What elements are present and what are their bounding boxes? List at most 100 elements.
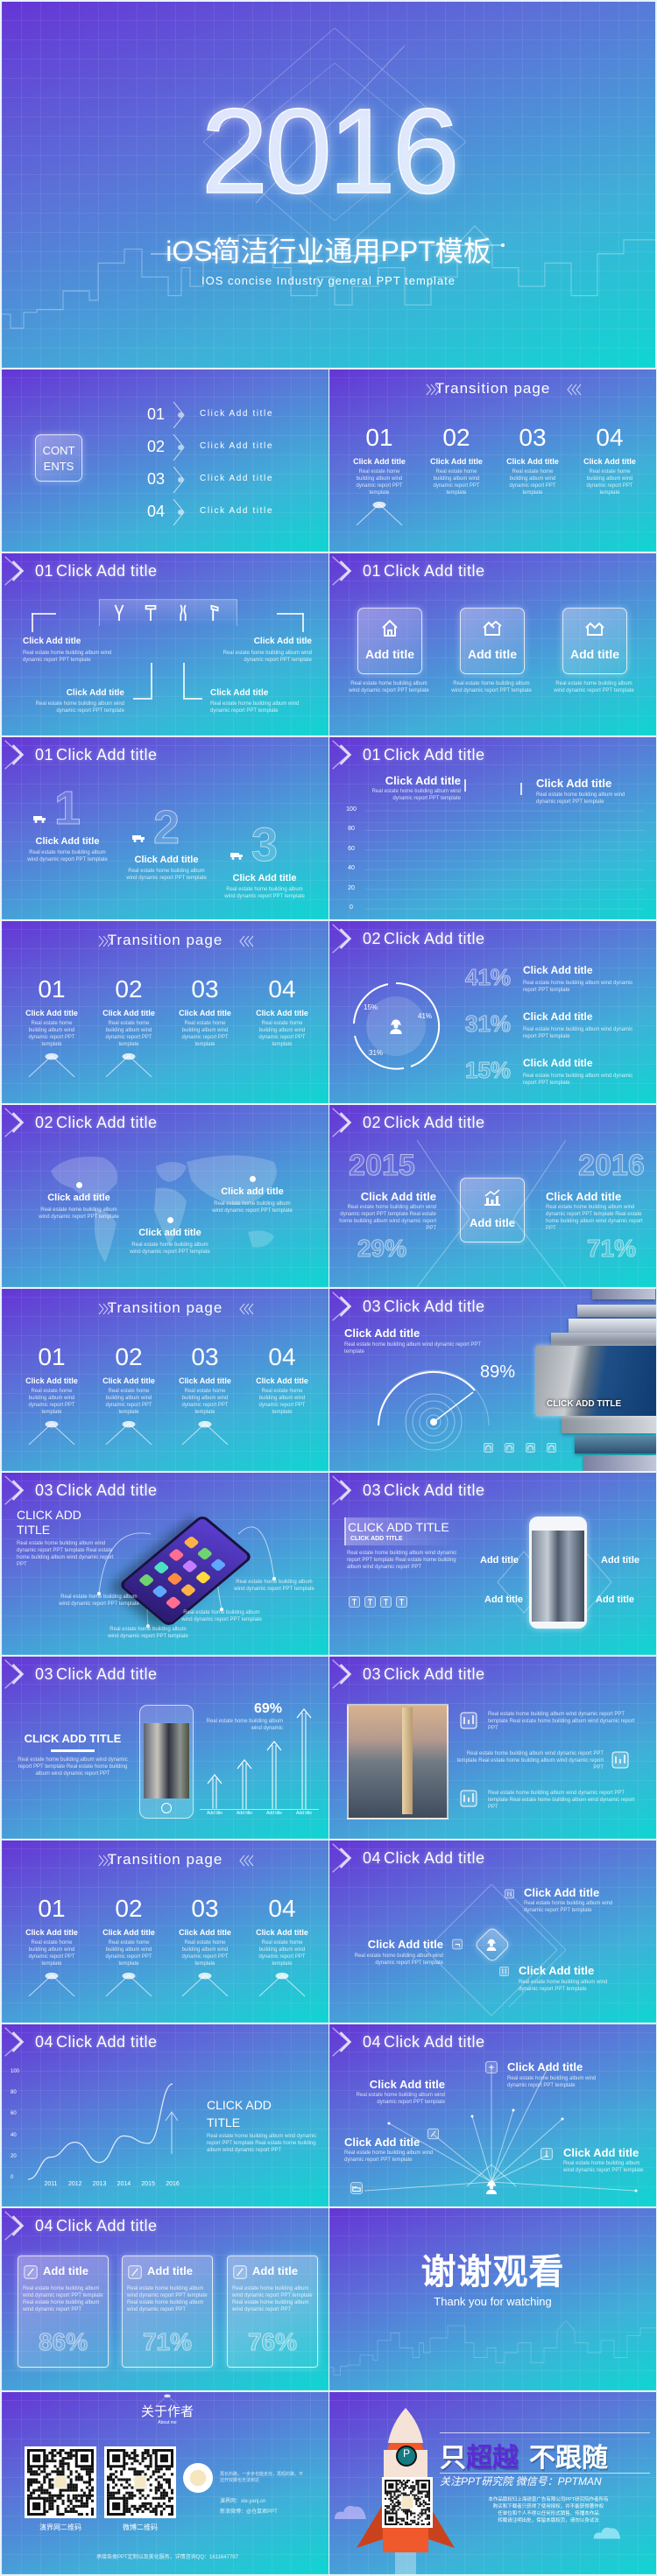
description: Real estate home building album wind dyn… [347,1551,457,1571]
percent-card[interactable]: Add title Real estate home building album… [122,2256,213,2368]
contents-item[interactable]: 04 Click Add title [145,499,312,525]
section-number: 04 [363,1849,382,1867]
author-weibo: 新浪微博：@仓鼠君PPT [220,2509,278,2515]
description: Real estate home building album wind dyn… [563,2161,644,2174]
curve-line [2,2024,328,2206]
item-description: Real estate home building album wind dyn… [258,1021,306,1048]
transition-item[interactable]: 04 Click Add title Real estate home buildi… [251,1895,314,1998]
chevron-icon [2,553,33,588]
item-title: Click Add title [506,457,559,466]
description: Real estate home building album wind dyn… [523,981,633,994]
section-title: Click Add title [56,746,158,764]
qr-code-wechat [382,2477,433,2528]
glow-triangle-icon [104,1972,153,1996]
percent-card[interactable]: Add title Real estate home building album… [18,2256,109,2368]
feature-label: Add title [596,1594,634,1605]
description: Real estate home building album wind dyn… [488,1712,635,1732]
transition-item[interactable]: 02 Click Add title Real estate home buildi… [97,975,160,1079]
transition-item[interactable]: 02 Click Add title Real estate home buildi… [425,424,488,527]
bar-chart-up-icon [482,1187,503,1208]
service-footer: 承接各类PPT定制以及美化服务，详情咨询QQ：1611647797 [96,2555,238,2560]
app-icon [209,1558,227,1573]
item-number: 01 [38,1895,66,1922]
heading-line-1: CLICK ADD [207,2098,272,2112]
tool-icon-3 [380,1595,392,1608]
section-number: 03 [363,1665,382,1683]
item-number: 03 [191,1343,219,1370]
pencil-icon [24,2263,38,2281]
copyright-line: 转载请注明出处，保留本版权页，请勿以身试法 [498,2518,599,2523]
transition-item[interactable]: 04 Click Add title Real estate home buildi… [578,424,641,527]
connector-line [32,613,33,632]
transition-item[interactable]: 03 Click Add title Real estate home buildi… [173,975,237,1079]
connector-line [183,698,202,700]
percent-card[interactable]: Add title Real estate home building album… [227,2256,318,2368]
item-description: Real estate home building album wind dyn… [28,1940,75,1967]
contents-item[interactable]: 01 Click Add title [145,402,312,428]
contents-item-number: 04 [147,503,166,520]
transition-item[interactable]: 01 Click Add title Real estate home buildi… [348,424,411,527]
transition-item[interactable]: 02 Click Add title Real estate home buildi… [97,1343,160,1446]
transition-item[interactable]: 02 Click Add title Real estate home buildi… [97,1895,160,1998]
cover-title: iOS简洁行业通用PPT模板 [166,236,491,267]
item-title: Click Add title [179,1376,231,1385]
item-number: 02 [115,1895,143,1922]
map-label-title: Click add title [221,1186,284,1197]
factory-icon [350,2182,363,2194]
transition-item[interactable]: 03 Click Add title Real estate home buildi… [173,1895,237,1998]
feature-card[interactable]: Add title [460,608,525,674]
description: Real estate home building album wind dyn… [224,887,305,900]
stat-title: Click Add title [523,964,593,976]
feature-card[interactable]: Add title [562,608,627,674]
card-title: Add title [43,2264,88,2277]
transition-item[interactable]: 01 Click Add title Real estate home buildi… [20,975,83,1079]
feature-card[interactable]: Add title [357,608,422,674]
section-title: Click Add title [384,1298,485,1315]
transition-item[interactable]: 03 Click Add title Real estate home buildi… [173,1343,237,1446]
app-icon [194,1570,212,1585]
card-percent: 76% [247,2327,298,2355]
section-number: 03 [35,1665,54,1683]
contents-item-number: 01 [147,405,166,423]
copyright-line: 本作品版权归上海锐普广告有限公司PPT研究院作者所有 [488,2497,609,2502]
transition-title: Transition page [434,380,551,397]
bar-baseline [200,1809,319,1810]
description: Real estate home building album wind dyn… [536,792,625,806]
transition-title: Transition page [107,1851,223,1868]
tower-photo [347,1704,449,1819]
year-left: 2015 [349,1148,416,1182]
item-title: Click Add title [25,1009,78,1017]
section-number: 02 [35,1114,54,1131]
transition-item[interactable]: 03 Click Add title Real estate home buildi… [501,424,564,527]
section-number: 03 [35,1482,54,1499]
city-icon [547,1443,556,1453]
qr-label-2: 微博二维码 [123,2523,158,2531]
tool-icon-2 [364,1595,376,1608]
description: Real estate home building album wind dyn… [451,681,532,694]
contents-item[interactable]: 02 Click Add title [145,434,312,461]
target-icon [485,2061,498,2073]
description: Real estate home building album wind dyn… [18,1757,128,1777]
slide-transition-3: Transition page 01 Click Add title Real est… [2,1289,328,1471]
connector-line [464,779,466,792]
transition-item[interactable]: 04 Click Add title Real estate home buildi… [251,1343,314,1446]
item-description: Real estate home building album wind dyn… [181,1940,229,1967]
slide-percent-cards: 04 Click Add title Add title Real estate ho… [2,2208,328,2390]
center-card[interactable]: Add title [460,1178,525,1242]
houses-icon [584,617,605,638]
phone-outline-mockup [139,1705,194,1819]
item-title: Click Add title [353,457,406,466]
transition-item[interactable]: 01 Click Add title Real estate home buildi… [20,1895,83,1998]
contents-item[interactable]: 03 Click Add title [145,467,312,493]
home-button [161,1803,172,1813]
section-title: Click Add title [56,562,158,580]
card-description: Real estate home building album wind dyn… [232,2286,313,2313]
transition-item[interactable]: 01 Click Add title Real estate home buildi… [20,1343,83,1446]
app-icon [152,1584,168,1599]
photo-strip [575,1436,656,1453]
slide-big-numbers: 01 Click Add title 1 Click Add title Real es… [2,737,328,919]
heading-line-2: TITLE [207,2115,241,2129]
card-title: Add title [468,647,517,661]
transition-item[interactable]: 04 Click Add title Real estate home buildi… [251,975,314,1079]
feature-label: Add title [480,1555,519,1566]
